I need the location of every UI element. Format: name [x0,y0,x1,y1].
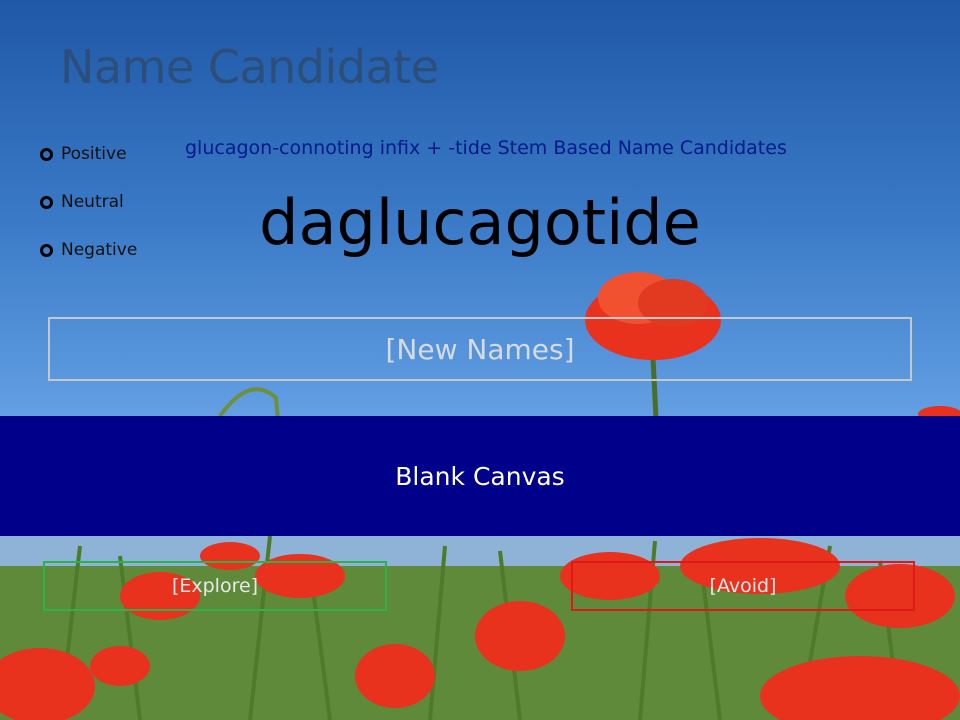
slide-canvas: Name Candidate Positive Neutral Negative… [0,0,960,720]
subtitle: glucagon-connoting infix + -tide Stem Ba… [185,137,787,159]
explore-button[interactable]: [Explore] [43,561,387,611]
page-title: Name Candidate [60,40,439,94]
candidate-name: daglucagotide [259,186,701,259]
avoid-button[interactable]: [Avoid] [571,561,915,611]
blank-canvas-button[interactable]: Blank Canvas [0,416,960,536]
radio-circle-icon[interactable] [40,147,53,161]
radio-label: Positive [61,144,127,164]
poppy-bud-image [218,387,280,420]
radio-positive[interactable]: Positive [40,142,137,166]
new-names-button[interactable]: [New Names] [48,317,912,381]
